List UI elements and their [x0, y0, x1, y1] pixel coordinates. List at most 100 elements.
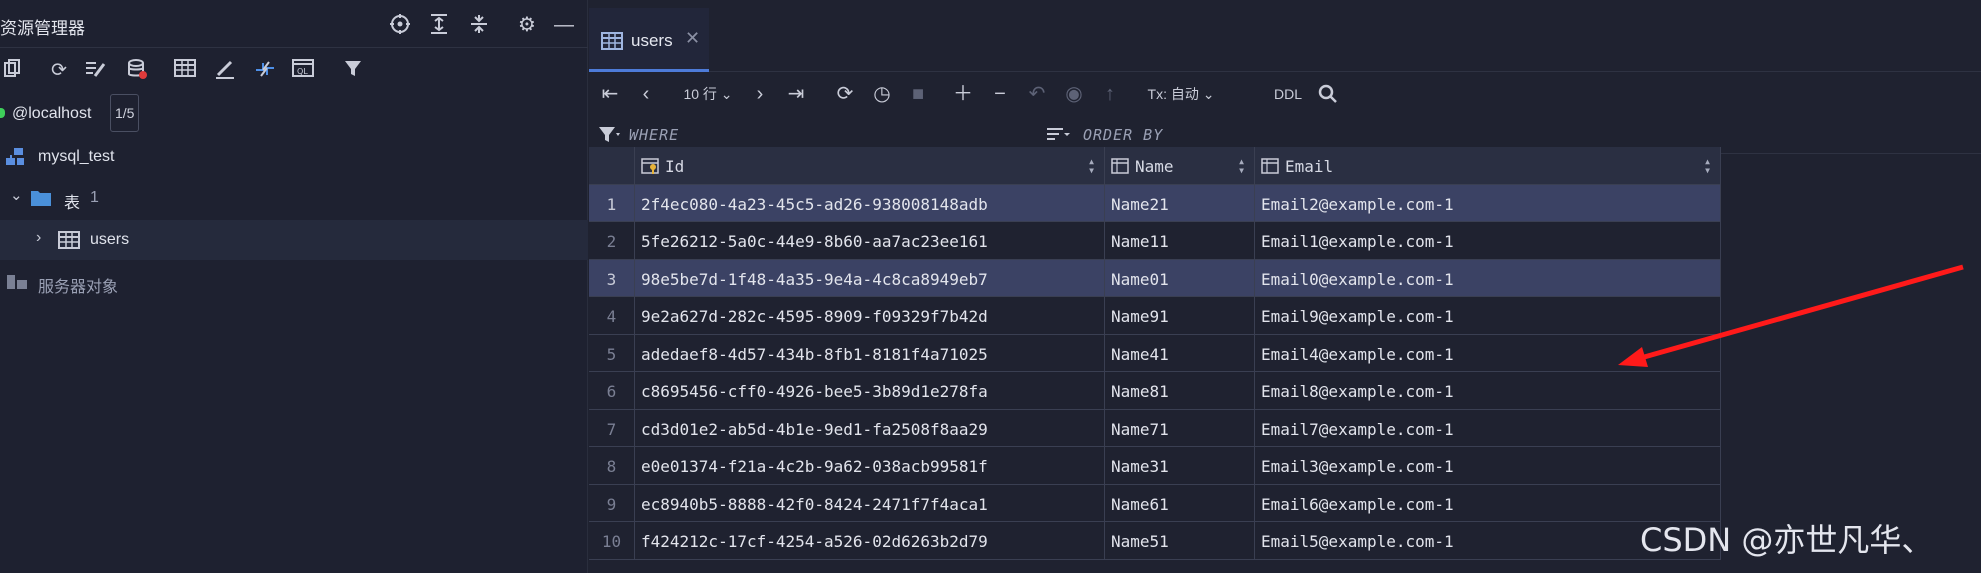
row-number[interactable]: 10 — [589, 522, 635, 560]
grid-corner[interactable] — [589, 147, 635, 185]
prev-page-icon[interactable]: ‹ — [635, 81, 657, 107]
undo-icon[interactable]: ↶ — [1024, 81, 1050, 107]
cell-name[interactable]: Name81 — [1105, 372, 1255, 410]
cell-name[interactable]: Name21 — [1105, 184, 1255, 222]
table-row[interactable]: 5 adedaef8-4d57-434b-8fb1-8181f4a71025 Nam… — [589, 334, 1721, 372]
cell-email[interactable]: Email3@example.com-1 — [1255, 447, 1721, 485]
cell-id[interactable]: 9e2a627d-282c-4595-8909-f09329f7b42d — [635, 297, 1105, 335]
table-row[interactable]: 1 2f4ec080-4a23-45c5-ad26-938008148adb Nam… — [589, 184, 1721, 222]
next-page-icon[interactable]: › — [749, 81, 771, 107]
cell-name[interactable]: Name61 — [1105, 484, 1255, 522]
reload-icon[interactable]: ⟳ — [832, 81, 858, 107]
page-size-value: 10 行 — [683, 86, 717, 102]
row-number[interactable]: 5 — [589, 334, 635, 372]
row-number[interactable]: 8 — [589, 447, 635, 485]
cell-name[interactable]: Name71 — [1105, 409, 1255, 447]
row-number[interactable]: 4 — [589, 297, 635, 335]
pen-icon[interactable] — [212, 58, 238, 84]
cell-email[interactable]: Email2@example.com-1 — [1255, 184, 1721, 222]
tree-connection[interactable]: @localhost 1/5 — [0, 94, 588, 134]
cell-id[interactable]: c8695456-cff0-4926-bee5-3b89d1e278fa — [635, 372, 1105, 410]
cell-id[interactable]: 2f4ec080-4a23-45c5-ad26-938008148adb — [635, 184, 1105, 222]
target-icon[interactable] — [388, 13, 412, 37]
cell-name[interactable]: Name41 — [1105, 334, 1255, 372]
cell-id[interactable]: adedaef8-4d57-434b-8fb1-8181f4a71025 — [635, 334, 1105, 372]
cell-email[interactable]: Email1@example.com-1 — [1255, 222, 1721, 260]
collapse-all-icon[interactable] — [467, 13, 491, 37]
cell-id[interactable]: 98e5be7d-1f48-4a35-9e4a-4c8ca8949eb7 — [635, 259, 1105, 297]
filter-icon[interactable] — [340, 58, 366, 84]
first-page-icon[interactable]: ⇤ — [599, 81, 621, 107]
server-objects-label: 服务器对象 — [38, 279, 119, 296]
table-row[interactable]: 10 f424212c-17cf-4254-a526-02d6263b2d79 Na… — [589, 522, 1721, 560]
cell-id[interactable]: f424212c-17cf-4254-a526-02d6263b2d79 — [635, 522, 1105, 560]
cell-name[interactable]: Name51 — [1105, 522, 1255, 560]
row-number[interactable]: 1 — [589, 184, 635, 222]
row-number[interactable]: 7 — [589, 409, 635, 447]
submit-icon[interactable]: ↑ — [1097, 81, 1123, 107]
cell-id[interactable]: ec8940b5-8888-42f0-8424-2471f7f4aca1 — [635, 484, 1105, 522]
tx-mode-select[interactable]: Tx: 自动 ⌄ — [1141, 81, 1221, 107]
history-icon[interactable]: ◷ — [869, 81, 895, 107]
table-icon[interactable] — [172, 58, 198, 84]
data-toolbar: ⇤ ‹ 10 行 ⌄ › ⇥ ⟳ ◷ ■ ＋ − ↶ ◉ ↑ Tx: 自动 ⌄ … — [589, 73, 1981, 115]
chevron-down-icon[interactable]: ⌄ — [10, 186, 23, 204]
column-header-id[interactable]: Id ▲▼ — [635, 147, 1105, 185]
query-icon[interactable]: QL — [290, 58, 316, 84]
where-input[interactable]: WHERE — [629, 126, 679, 144]
column-header-name[interactable]: Name ▲▼ — [1105, 147, 1255, 185]
table-row[interactable]: 7 cd3d01e2-ab5d-4b1e-9ed1-fa2508f8aa29 Nam… — [589, 409, 1721, 447]
table-row[interactable]: 3 98e5be7d-1f48-4a35-9e4a-4c8ca8949eb7 Nam… — [589, 259, 1721, 297]
table-row[interactable]: 2 5fe26212-5a0c-44e9-8b60-aa7ac23ee161 Nam… — [589, 222, 1721, 260]
tab-users[interactable]: users ✕ — [589, 8, 709, 72]
sort-icon[interactable]: ▲▼ — [1703, 157, 1712, 175]
last-page-icon[interactable]: ⇥ — [783, 81, 809, 107]
table-row[interactable]: 9 ec8940b5-8888-42f0-8424-2471f7f4aca1 Nam… — [589, 484, 1721, 522]
expand-all-icon[interactable] — [427, 13, 451, 37]
cell-name[interactable]: Name01 — [1105, 259, 1255, 297]
tree-tables-folder[interactable]: ⌄ 表 1 — [0, 178, 588, 218]
delete-row-icon[interactable]: − — [987, 81, 1013, 107]
sort-icon[interactable]: ▲▼ — [1237, 157, 1246, 175]
add-row-icon[interactable]: ＋ — [950, 81, 976, 107]
cell-name[interactable]: Name31 — [1105, 447, 1255, 485]
database-icon[interactable] — [124, 58, 150, 84]
tree-database[interactable]: mysql_test — [0, 137, 588, 177]
table-row[interactable]: 4 9e2a627d-282c-4595-8909-f09329f7b42d Nam… — [589, 297, 1721, 335]
column-header-email[interactable]: Email ▲▼ — [1255, 147, 1721, 185]
compare-icon[interactable] — [252, 58, 278, 84]
sort-icon[interactable]: ▲▼ — [1087, 157, 1096, 175]
close-icon[interactable]: ✕ — [685, 28, 700, 49]
row-number[interactable]: 3 — [589, 259, 635, 297]
edit-icon[interactable] — [82, 58, 108, 84]
preview-icon[interactable]: ◉ — [1061, 81, 1087, 107]
cell-name[interactable]: Name11 — [1105, 222, 1255, 260]
gear-icon[interactable]: ⚙ — [515, 13, 539, 37]
database-label: mysql_test — [38, 148, 115, 165]
table-row[interactable]: 6 c8695456-cff0-4926-bee5-3b89d1e278fa Nam… — [589, 372, 1721, 410]
page-size-select[interactable]: 10 行 ⌄ — [677, 81, 739, 107]
explorer-title: 资源管理器 — [0, 19, 85, 38]
minimize-icon[interactable]: — — [552, 13, 576, 37]
row-number[interactable]: 9 — [589, 484, 635, 522]
cell-email[interactable]: Email7@example.com-1 — [1255, 409, 1721, 447]
refresh-icon[interactable]: ⟳ — [46, 58, 72, 84]
table-row[interactable]: 8 e0e01374-f21a-4c2b-9a62-038acb99581f Nam… — [589, 447, 1721, 485]
order-by-input[interactable]: ORDER BY — [1083, 126, 1163, 144]
cell-id[interactable]: 5fe26212-5a0c-44e9-8b60-aa7ac23ee161 — [635, 222, 1105, 260]
key-icon — [641, 157, 665, 176]
ddl-button[interactable]: DDL — [1271, 81, 1305, 107]
cell-email[interactable]: Email8@example.com-1 — [1255, 372, 1721, 410]
row-number[interactable]: 6 — [589, 372, 635, 410]
row-number[interactable]: 2 — [589, 222, 635, 260]
tree-server-objects[interactable]: 服务器对象 — [0, 262, 588, 302]
search-icon[interactable] — [1315, 81, 1341, 107]
table-icon — [601, 32, 623, 50]
chevron-right-icon[interactable]: › — [36, 229, 41, 247]
cell-id[interactable]: cd3d01e2-ab5d-4b1e-9ed1-fa2508f8aa29 — [635, 409, 1105, 447]
cell-id[interactable]: e0e01374-f21a-4c2b-9a62-038acb99581f — [635, 447, 1105, 485]
copy-icon[interactable] — [0, 58, 26, 84]
stop-icon[interactable]: ■ — [905, 81, 931, 107]
cell-name[interactable]: Name91 — [1105, 297, 1255, 335]
tree-table-users[interactable]: › users — [0, 220, 588, 260]
